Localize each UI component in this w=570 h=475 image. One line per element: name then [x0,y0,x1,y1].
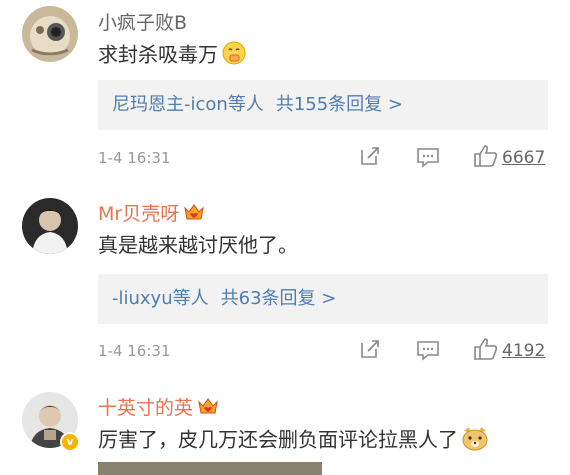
emoji-icon [461,425,489,457]
share-icon [359,338,381,364]
share-button[interactable] [359,338,381,364]
comment-image[interactable] [98,462,322,475]
comment-text-content: 厉害了，皮几万还会删负面评论拉黑人了 [98,427,458,452]
avatar[interactable] [22,6,78,62]
comment-time: 1-4 16:31 [98,149,171,167]
avatar[interactable] [22,198,78,254]
username-text[interactable]: 小疯子败B [98,12,187,34]
username-text[interactable]: 十英寸的英 [98,397,193,419]
share-icon [359,145,381,171]
comment-text-content: 真是越来越讨厌他了。 [98,233,298,257]
comment-icon [416,339,440,365]
share-button[interactable] [359,145,381,171]
comment-text-content: 求封杀吸毒万 [98,42,218,67]
username[interactable]: 小疯子败B [98,12,187,34]
like-count[interactable]: 4192 [502,341,545,361]
comment-button[interactable] [416,339,440,365]
username[interactable]: Mr贝壳呀 [98,202,205,227]
like-icon [473,144,499,172]
like-count[interactable]: 6667 [502,148,545,168]
crown-badge-icon [197,396,219,421]
username[interactable]: 十英寸的英 [98,396,219,421]
reply-summary[interactable]: -liuxyu等人 共63条回复 > [98,274,548,324]
reply-users[interactable]: 尼玛恩主-icon等人 [112,94,264,115]
comment-text: 厉害了，皮几万还会删负面评论拉黑人了 [98,425,489,457]
comment-icon [416,146,440,172]
comment-time: 1-4 16:31 [98,342,171,360]
comment-text: 真是越来越讨厌他了。 [98,232,298,258]
crown-badge-icon [183,202,205,227]
username-text[interactable]: Mr贝壳呀 [98,203,179,225]
reply-summary[interactable]: 尼玛恩主-icon等人 共155条回复 > [98,80,548,130]
emoji-icon [221,40,247,72]
comment-button[interactable] [416,146,440,172]
reply-total-link[interactable]: 共63条回复 > [221,288,337,309]
comment-text: 求封杀吸毒万 [98,40,247,72]
like-icon [473,337,499,365]
reply-users[interactable]: -liuxyu等人 [112,288,209,309]
reply-total-link[interactable]: 共155条回复 > [276,94,403,115]
like-button[interactable]: 4192 [473,337,545,365]
like-button[interactable]: 6667 [473,144,545,172]
verified-badge-icon: v [60,432,80,452]
